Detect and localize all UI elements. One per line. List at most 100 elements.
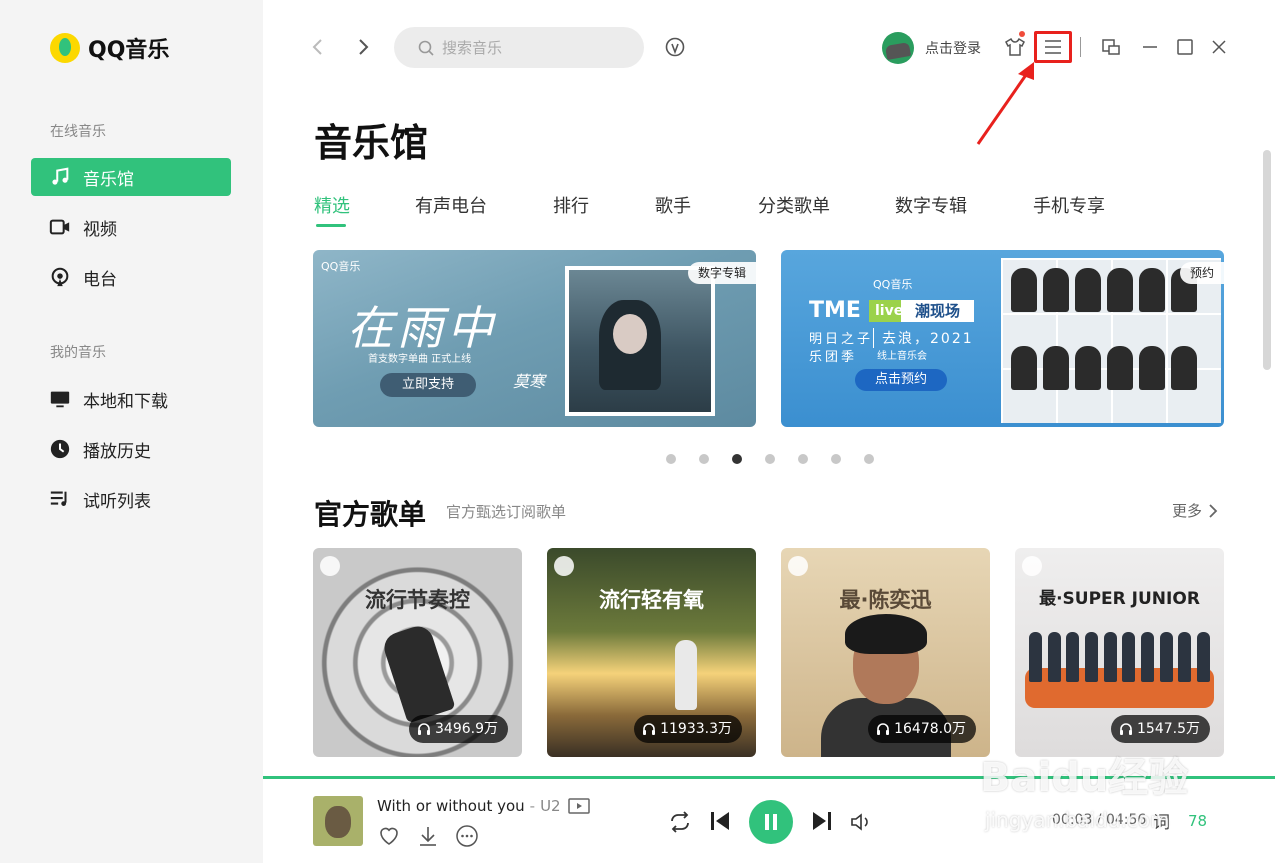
page-title: 音乐馆 — [314, 121, 429, 165]
playlist-count[interactable]: 78 — [1188, 812, 1207, 830]
carousel-dot[interactable] — [666, 454, 676, 464]
app-logo[interactable]: QQ音乐 — [50, 32, 169, 64]
avatar[interactable] — [882, 32, 914, 64]
sidebar-item-label: 电台 — [83, 269, 117, 290]
close-button[interactable] — [1206, 34, 1232, 60]
banner-artist-photo — [565, 266, 715, 416]
pause-icon — [765, 814, 777, 830]
minimize-button[interactable] — [1137, 34, 1163, 60]
sidebar-item-video[interactable]: 视频 — [31, 208, 231, 246]
back-button[interactable] — [307, 36, 329, 58]
banner-brand: QQ音乐 — [321, 260, 361, 273]
cover-title: 流行轻有氧 — [599, 588, 704, 612]
play-count-badge: 11933.3万 — [634, 715, 742, 743]
album-art[interactable] — [313, 796, 363, 846]
headphones-icon — [877, 723, 890, 735]
banner-tag: 数字专辑 — [687, 262, 756, 284]
section-my-music: 我的音乐 — [50, 345, 106, 361]
more-label: 更多 — [1172, 502, 1203, 520]
app-logo-text: QQ音乐 — [88, 38, 170, 63]
history-icon — [50, 439, 70, 459]
volume-icon[interactable] — [849, 810, 873, 834]
sidebar-item-label: 试听列表 — [83, 491, 151, 512]
play-count-badge: 16478.0万 — [868, 715, 976, 743]
carousel-dot[interactable] — [798, 454, 808, 464]
carousel-dot[interactable] — [864, 454, 874, 464]
song-artist[interactable]: U2 — [540, 797, 561, 815]
minimize-icon — [1143, 46, 1157, 48]
skin-button[interactable] — [1002, 34, 1028, 60]
toolbar-divider — [1080, 37, 1081, 57]
banner-brand: QQ音乐 — [873, 278, 913, 291]
sidebar-item-label: 本地和下载 — [83, 391, 168, 412]
playlist-card[interactable]: 最·陈奕迅 16478.0万 — [781, 548, 990, 757]
more-options-icon[interactable] — [455, 824, 479, 848]
playlist-card[interactable]: 流行节奏控 3496.9万 — [313, 548, 522, 757]
tab-mobile-exclusive[interactable]: 手机专享 — [1033, 192, 1105, 218]
banner-line-4: 线上音乐会 — [877, 351, 927, 362]
scrollbar[interactable] — [1263, 150, 1271, 370]
sidebar-item-music-hall[interactable]: 音乐馆 — [31, 158, 231, 196]
song-title[interactable]: With or without you — [377, 797, 525, 815]
carousel-dot[interactable] — [765, 454, 775, 464]
banner-digital-album[interactable]: QQ音乐 在雨中 首支数字单曲 正式上线 立即支持 莫寒 数字专辑 — [313, 250, 756, 427]
banner-reserve-button[interactable]: 点击预约 — [855, 369, 947, 391]
tab-audio-radio[interactable]: 有声电台 — [415, 192, 487, 218]
cover-title: 流行节奏控 — [365, 588, 470, 612]
search-input[interactable] — [442, 38, 622, 57]
chevron-left-icon — [312, 39, 322, 55]
qq-music-watermark-icon — [1022, 556, 1042, 576]
tab-playlists-by-category[interactable]: 分类歌单 — [758, 192, 830, 218]
cover-title: 最·陈奕迅 — [839, 588, 932, 612]
tab-digital-albums[interactable]: 数字专辑 — [895, 192, 967, 218]
mv-icon[interactable] — [568, 798, 590, 814]
mini-mode-button[interactable] — [1098, 34, 1124, 60]
like-heart-icon[interactable] — [377, 824, 401, 848]
carousel-dot[interactable] — [699, 454, 709, 464]
carousel-dot-active[interactable] — [732, 454, 742, 464]
qq-music-watermark-icon — [554, 556, 574, 576]
banner-line-2: 乐团季 — [809, 350, 858, 365]
song-separator: - — [529, 797, 536, 815]
carousel-dot[interactable] — [831, 454, 841, 464]
banner-subtitle: 首支数字单曲 正式上线 — [368, 354, 472, 365]
qq-music-watermark-icon — [320, 556, 340, 576]
pause-button[interactable] — [749, 800, 793, 844]
download-icon[interactable] — [416, 824, 440, 848]
maximize-button[interactable] — [1172, 34, 1198, 60]
tab-featured[interactable]: 精选 — [314, 192, 350, 218]
baidu-watermark: Baidu经验 — [980, 755, 1189, 801]
banner-support-button[interactable]: 立即支持 — [380, 373, 476, 397]
play-count-badge: 1547.5万 — [1111, 715, 1210, 743]
banner-live-reservation[interactable]: QQ音乐 TME live 潮现场 明日之子 乐团季 去浪，2021 线上音乐会… — [781, 250, 1224, 427]
section-subtitle: 官方甄选订阅歌单 — [446, 503, 567, 521]
sidebar-item-radio[interactable]: 电台 — [31, 258, 231, 296]
tab-singers[interactable]: 歌手 — [655, 192, 691, 218]
qq-music-logo-icon — [50, 33, 80, 63]
forward-button[interactable] — [352, 36, 374, 58]
section-online-music: 在线音乐 — [50, 124, 106, 140]
login-link[interactable]: 点击登录 — [925, 38, 981, 58]
voice-search-icon[interactable] — [664, 36, 686, 58]
play-count: 3496.9万 — [435, 721, 498, 737]
headphones-icon — [418, 723, 430, 735]
next-track-icon[interactable] — [809, 808, 835, 834]
repeat-mode-icon[interactable] — [668, 810, 692, 834]
menu-highlight-box — [1034, 31, 1072, 63]
sidebar-item-trial-list[interactable]: 试听列表 — [31, 480, 231, 518]
sidebar-item-history[interactable]: 播放历史 — [31, 430, 231, 468]
banner-tag: 预约 — [1179, 262, 1224, 284]
search-box[interactable] — [394, 27, 644, 68]
play-count: 1547.5万 — [1137, 721, 1200, 737]
tab-charts[interactable]: 排行 — [553, 192, 589, 218]
active-tab-indicator — [316, 224, 346, 227]
previous-track-icon[interactable] — [707, 808, 733, 834]
playlist-card[interactable]: 最·SUPER JUNIOR 1547.5万 — [1015, 548, 1224, 757]
playlist-card[interactable]: 流行轻有氧 11933.3万 — [547, 548, 756, 757]
headphones-icon — [1120, 723, 1132, 735]
red-arrow-annotation — [976, 62, 1034, 145]
sidebar-item-local-download[interactable]: 本地和下载 — [31, 380, 231, 418]
play-count: 16478.0万 — [894, 721, 966, 737]
more-link[interactable]: 更多 — [1172, 500, 1218, 521]
radio-icon — [51, 267, 69, 287]
